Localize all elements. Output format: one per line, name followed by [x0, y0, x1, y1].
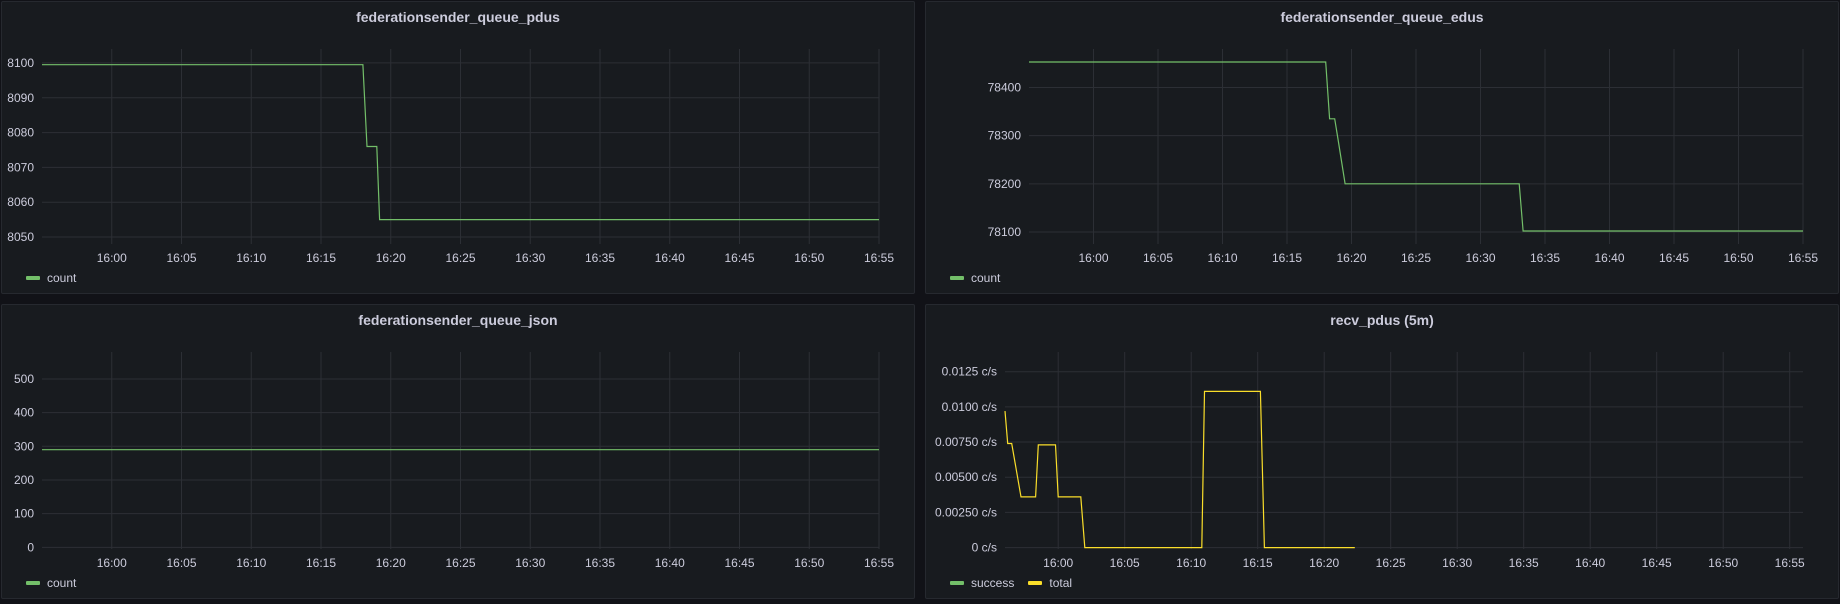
chart-plot: 78100 78200 78300 78400 16:00 16:05 16:10 16:15… — [988, 49, 1818, 265]
chart-plot: 0 100 200 300 400 500 16:00 16:05 16:10 16:15 16:2… — [14, 352, 894, 570]
x-tick-label: 16:15 — [1272, 251, 1302, 265]
panel-recv-pdus[interactable]: recv_pdus (5m) 0 c/s 0.00250 c/s 0.00500 c… — [925, 304, 1839, 599]
panel-queue-pdus[interactable]: federationsender_queue_pdus 8050 8060 8070… — [1, 1, 915, 294]
x-tick-label: 16:15 — [306, 556, 336, 570]
x-tick-label: 16:30 — [1465, 251, 1495, 265]
x-tick-label: 16:30 — [1442, 556, 1472, 570]
y-tick-label: 8100 — [7, 56, 34, 70]
y-tick-label: 78400 — [988, 81, 1022, 95]
legend: count — [26, 271, 76, 285]
x-tick-label: 16:20 — [1309, 556, 1339, 570]
x-tick-label: 16:20 — [376, 556, 406, 570]
x-tick-label: 16:40 — [655, 251, 685, 265]
x-tick-label: 16:45 — [1642, 556, 1672, 570]
legend: success total — [950, 576, 1072, 590]
x-tick-label: 16:10 — [1176, 556, 1206, 570]
y-tick-label: 78100 — [988, 225, 1022, 239]
x-tick-label: 16:05 — [166, 556, 196, 570]
x-tick-label: 16:35 — [1509, 556, 1539, 570]
y-tick-label: 8090 — [7, 91, 34, 105]
y-tick-label: 300 — [14, 439, 34, 453]
chart-plot: 8050 8060 8070 8080 8090 8100 16:00 16:05 16:10 1… — [7, 49, 894, 265]
x-tick-label: 16:20 — [376, 251, 406, 265]
y-tick-label: 0.00250 c/s — [935, 505, 997, 519]
legend-swatch — [950, 581, 964, 585]
legend-label: count — [971, 271, 1001, 285]
x-tick-label: 16:25 — [445, 251, 475, 265]
y-tick-label: 200 — [14, 473, 34, 487]
legend: count — [950, 271, 1000, 285]
y-tick-label: 0 c/s — [972, 541, 997, 555]
x-tick-label: 16:55 — [864, 556, 894, 570]
x-tick-label: 16:55 — [864, 251, 894, 265]
legend-label: count — [47, 576, 77, 590]
x-tick-label: 16:55 — [1788, 251, 1818, 265]
legend: count — [26, 576, 76, 590]
x-tick-label: 16:25 — [1401, 251, 1431, 265]
series-line — [1004, 390, 1355, 549]
x-tick-label: 16:15 — [1243, 556, 1273, 570]
legend-label: count — [47, 271, 77, 285]
legend-item[interactable]: total — [1028, 576, 1072, 590]
x-tick-label: 16:10 — [1207, 251, 1237, 265]
x-tick-label: 16:50 — [1723, 251, 1753, 265]
panel-queue-json[interactable]: federationsender_queue_json 0 100 200 300 40… — [1, 304, 915, 599]
x-tick-label: 16:50 — [1708, 556, 1738, 570]
y-tick-label: 8070 — [7, 160, 34, 174]
y-tick-label: 0.00500 c/s — [935, 470, 997, 484]
y-tick-label: 0.00750 c/s — [935, 435, 997, 449]
x-tick-label: 16:20 — [1336, 251, 1366, 265]
x-tick-label: 16:50 — [794, 251, 824, 265]
x-tick-label: 16:35 — [585, 556, 615, 570]
x-tick-label: 16:15 — [306, 251, 336, 265]
panel-queue-edus[interactable]: federationsender_queue_edus 78100 78200 78… — [925, 1, 1839, 294]
x-tick-label: 16:00 — [97, 556, 127, 570]
y-tick-label: 78300 — [988, 129, 1022, 143]
x-tick-label: 16:10 — [236, 556, 266, 570]
x-tick-label: 16:45 — [724, 556, 754, 570]
x-tick-label: 16:40 — [1594, 251, 1624, 265]
y-tick-label: 0.0125 c/s — [942, 365, 997, 379]
x-tick-label: 16:05 — [166, 251, 196, 265]
x-tick-label: 16:05 — [1110, 556, 1140, 570]
legend-label: total — [1049, 576, 1073, 590]
x-tick-label: 16:00 — [1078, 251, 1108, 265]
legend-swatch — [26, 581, 40, 585]
legend-item[interactable]: count — [950, 271, 1000, 285]
y-tick-label: 0 — [27, 540, 34, 554]
legend-swatch — [26, 276, 40, 280]
y-tick-label: 8060 — [7, 195, 34, 209]
x-tick-label: 16:00 — [1043, 556, 1073, 570]
x-tick-label: 16:45 — [724, 251, 754, 265]
y-tick-label: 8050 — [7, 230, 34, 244]
y-tick-label: 78200 — [988, 177, 1022, 191]
x-tick-label: 16:30 — [515, 251, 545, 265]
x-tick-label: 16:05 — [1143, 251, 1173, 265]
y-tick-label: 400 — [14, 406, 34, 420]
x-tick-label: 16:25 — [445, 556, 475, 570]
x-tick-label: 16:55 — [1775, 556, 1805, 570]
x-tick-label: 16:40 — [655, 556, 685, 570]
legend-swatch — [1028, 581, 1043, 585]
x-tick-label: 16:35 — [1530, 251, 1560, 265]
x-tick-label: 16:50 — [794, 556, 824, 570]
y-tick-label: 8080 — [7, 126, 34, 140]
x-tick-label: 16:45 — [1659, 251, 1689, 265]
y-tick-label: 0.0100 c/s — [942, 400, 997, 414]
y-tick-label: 100 — [14, 507, 34, 521]
x-tick-label: 16:10 — [236, 251, 266, 265]
chart-plot: 0 c/s 0.00250 c/s 0.00500 c/s 0.00750 c/s 0.… — [935, 352, 1805, 570]
x-tick-label: 16:30 — [515, 556, 545, 570]
x-tick-label: 16:00 — [97, 251, 127, 265]
legend-item[interactable]: success — [950, 576, 1014, 590]
x-tick-label: 16:40 — [1575, 556, 1605, 570]
x-tick-label: 16:35 — [585, 251, 615, 265]
x-tick-label: 16:25 — [1376, 556, 1406, 570]
y-tick-label: 500 — [14, 372, 34, 386]
legend-swatch — [950, 276, 964, 280]
legend-label: success — [971, 576, 1015, 590]
legend-item[interactable]: count — [26, 576, 76, 590]
legend-item[interactable]: count — [26, 271, 76, 285]
